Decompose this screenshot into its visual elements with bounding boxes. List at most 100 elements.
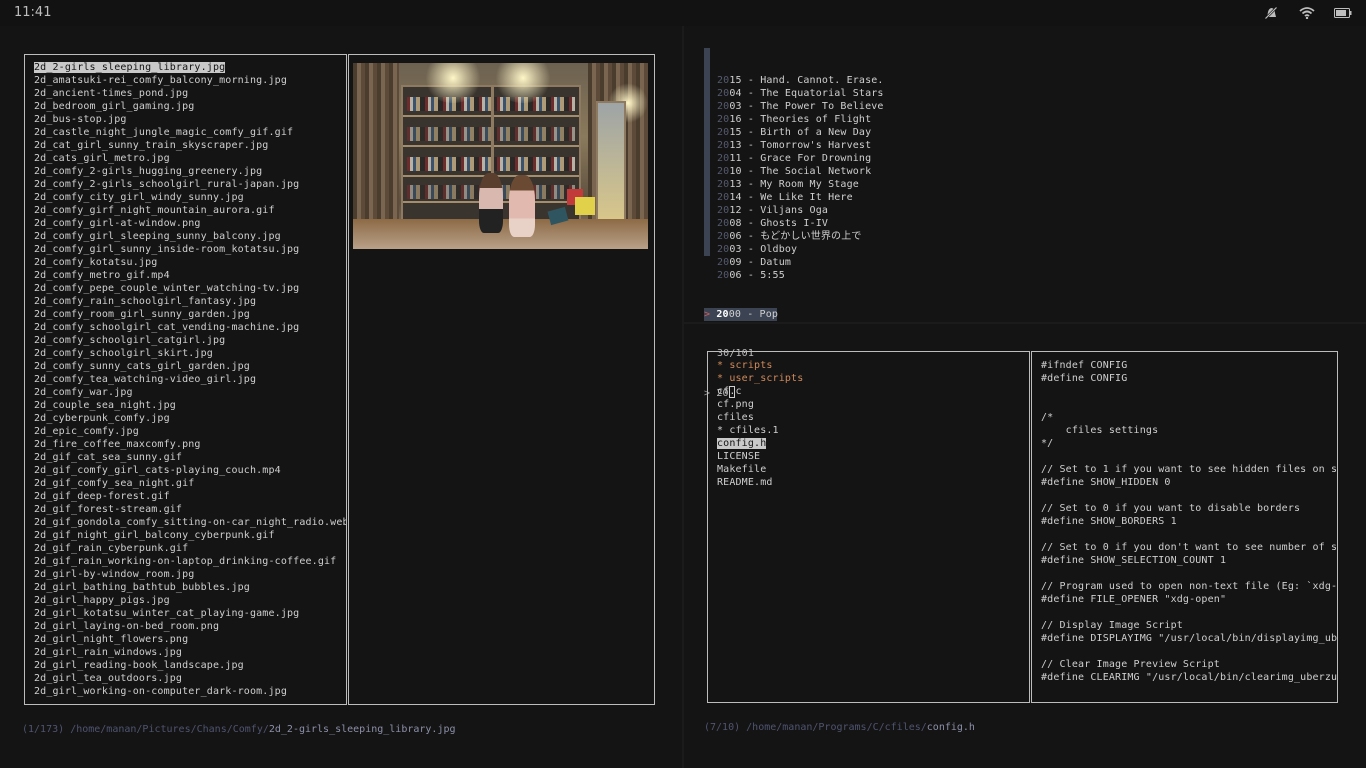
battery-icon[interactable] <box>1334 5 1352 21</box>
file-list-item[interactable]: 2d_comfy_war.jpg <box>34 386 346 399</box>
code-preview: #ifndef CONFIG #define CONFIG /* cfiles se… <box>1041 359 1338 684</box>
code-line: #define FILE_OPENER "xdg-open" <box>1041 594 1227 605</box>
file-list-item[interactable]: 2d_girl_happy_pigs.jpg <box>34 594 346 607</box>
left-terminal-window[interactable]: 2d_2-girls_sleeping_library.jpg 2d_amatsu… <box>0 26 680 768</box>
file-list-item[interactable]: 2d_girl_tea_outdoors.jpg <box>34 672 346 685</box>
fzf-terminal-window[interactable]: 2015 - Hand. Cannot. Erase. 2004 - The Eq… <box>684 26 1366 399</box>
file-list-item[interactable]: 2d_comfy_girl_sleeping_sunny_balcony.jpg <box>34 230 346 243</box>
directory-item-folder[interactable]: * user_scripts <box>717 372 803 385</box>
file-name: 2d_gif_night_girl_balcony_cyberpunk.gif <box>34 530 275 541</box>
fzf-result-item[interactable]: 2006 - もどかしい世界の上で <box>704 230 884 243</box>
notifications-off-icon[interactable] <box>1262 5 1280 21</box>
directory-item-file[interactable]: cfiles <box>717 411 803 424</box>
file-list-item[interactable]: 2d_bedroom_girl_gaming.jpg <box>34 100 346 113</box>
file-name: 2d_comfy_girl-at-window.png <box>34 218 201 229</box>
file-list-item[interactable]: 2d_comfy_schoolgirl_cat_vending-machine.… <box>34 321 346 334</box>
file-list-item[interactable]: 2d_epic_comfy.jpg <box>34 425 346 438</box>
fzf-result-item[interactable]: 2015 - Hand. Cannot. Erase. <box>704 74 884 87</box>
directory-item-file[interactable]: Makefile <box>717 463 803 476</box>
fzf-result-item[interactable]: 2015 - Birth of a New Day <box>704 126 884 139</box>
file-list-item[interactable]: 2d_comfy_schoolgirl_skirt.jpg <box>34 347 346 360</box>
file-list-item[interactable]: 2d_comfy_tea_watching-video_girl.jpg <box>34 373 346 386</box>
file-list-item[interactable]: 2d_bus-stop.jpg <box>34 113 346 126</box>
directory-item-file[interactable]: README.md <box>717 476 803 489</box>
file-list-item[interactable]: 2d_girl_reading-book_landscape.jpg <box>34 659 346 672</box>
directory-item-file[interactable]: cf.png <box>717 398 803 411</box>
file-name: 2d_girl_bathing_bathtub_bubbles.jpg <box>34 582 250 593</box>
directory-item-file[interactable]: * cfiles.1 <box>717 424 803 437</box>
code-line: #define CLEARIMG "/usr/local/bin/clearim… <box>1041 672 1338 683</box>
file-list-item[interactable]: 2d_castle_night_jungle_magic_comfy_gif.g… <box>34 126 346 139</box>
file-list-item[interactable]: 2d_girl_bathing_bathtub_bubbles.jpg <box>34 581 346 594</box>
directory-item-file[interactable]: LICENSE <box>717 450 803 463</box>
directory-list[interactable]: * scripts * user_scripts cf.c cf.png cfiles *… <box>717 359 803 489</box>
fzf-result-item[interactable]: 2013 - My Room My Stage <box>704 178 884 191</box>
fzf-result-item[interactable]: 2013 - Tomorrow's Harvest <box>704 139 884 152</box>
file-list[interactable]: 2d_2-girls_sleeping_library.jpg 2d_amatsu… <box>34 61 346 698</box>
file-list-item[interactable]: 2d_girl-by-window_room.jpg <box>34 568 346 581</box>
file-list-item[interactable]: 2d_gif_comfy_sea_night.gif <box>34 477 346 490</box>
fzf-result-item[interactable]: 2014 - We Like It Here <box>704 191 884 204</box>
fzf-result-item[interactable]: 2016 - Theories of Flight <box>704 113 884 126</box>
directory-item-file[interactable]: config.h <box>717 437 803 450</box>
file-list-item[interactable]: 2d_comfy_schoolgirl_catgirl.jpg <box>34 334 346 347</box>
file-list-item[interactable]: 2d_comfy_2-girls_schoolgirl_rural-japan.… <box>34 178 346 191</box>
file-name: 2d_bedroom_girl_gaming.jpg <box>34 101 195 112</box>
file-list-item[interactable]: 2d_2-girls_sleeping_library.jpg <box>34 61 346 74</box>
file-list-item[interactable]: 2d_comfy_metro_gif.mp4 <box>34 269 346 282</box>
fzf-result-item[interactable]: 2004 - The Equatorial Stars <box>704 87 884 100</box>
fzf-result-item[interactable]: 2003 - Oldboy <box>704 243 884 256</box>
file-list-item[interactable]: 2d_comfy_girl-at-window.png <box>34 217 346 230</box>
file-list-item[interactable]: 2d_comfy_girl_sunny_inside-room_kotatsu.… <box>34 243 346 256</box>
file-list-item[interactable]: 2d_girl_rain_windows.jpg <box>34 646 346 659</box>
file-list-item[interactable]: 2d_girl_laying-on-bed_room.png <box>34 620 346 633</box>
file-list-item[interactable]: 2d_comfy_kotatsu.jpg <box>34 256 346 269</box>
directory-item-folder[interactable]: * scripts <box>717 359 803 372</box>
file-list-item[interactable]: 2d_cyberpunk_comfy.jpg <box>34 412 346 425</box>
fzf-result-item[interactable]: 2011 - Grace For Drowning <box>704 152 884 165</box>
file-list-item[interactable]: 2d_gif_rain_cyberpunk.gif <box>34 542 346 555</box>
file-name: 2d_comfy_metro_gif.mp4 <box>34 270 170 281</box>
file-list-item[interactable]: 2d_comfy_room_girl_sunny_garden.jpg <box>34 308 346 321</box>
file-list-item[interactable]: 2d_fire_coffee_maxcomfy.png <box>34 438 346 451</box>
file-list-pane[interactable]: 2d_2-girls_sleeping_library.jpg 2d_amatsu… <box>24 54 347 705</box>
status-bar-left: (1/173) /home/manan/Pictures/Chans/Comfy… <box>22 724 456 735</box>
file-list-item[interactable]: 2d_amatsuki-rei_comfy_balcony_morning.jp… <box>34 74 346 87</box>
file-name: 2d_comfy_city_girl_windy_sunny.jpg <box>34 192 244 203</box>
file-list-item[interactable]: 2d_ancient-times_pond.jpg <box>34 87 346 100</box>
file-list-item[interactable]: 2d_cat_girl_sunny_train_skyscraper.jpg <box>34 139 346 152</box>
fzf-result-item[interactable]: 2003 - The Power To Believe <box>704 100 884 113</box>
fzf-result-item[interactable]: 2008 - Ghosts I-IV <box>704 217 884 230</box>
file-list-item[interactable]: 2d_comfy_girf_night_mountain_aurora.gif <box>34 204 346 217</box>
file-list-item[interactable]: 2d_comfy_sunny_cats_girl_garden.jpg <box>34 360 346 373</box>
fzf-result-item[interactable]: 2006 - 5:55 <box>704 269 884 282</box>
wifi-icon[interactable] <box>1298 5 1316 21</box>
file-list-item[interactable]: 2d_gif_night_girl_balcony_cyberpunk.gif <box>34 529 346 542</box>
file-list-item[interactable]: 2d_comfy_rain_schoolgirl_fantasy.jpg <box>34 295 346 308</box>
file-list-item[interactable]: 2d_comfy_city_girl_windy_sunny.jpg <box>34 191 346 204</box>
file-list-item[interactable]: 2d_girl_kotatsu_winter_cat_playing-game.… <box>34 607 346 620</box>
fzf-current-item[interactable]: > 2000 - Pop <box>704 308 778 321</box>
directory-pane[interactable]: * scripts * user_scripts cf.c cf.png cfiles *… <box>707 351 1030 703</box>
current-directory: /home/manan/Pictures/Chans/Comfy/ <box>70 724 269 735</box>
file-list-item[interactable]: 2d_comfy_2-girls_hugging_greenery.jpg <box>34 165 346 178</box>
file-list-item[interactable]: 2d_comfy_pepe_couple_winter_watching-tv.… <box>34 282 346 295</box>
file-list-item[interactable]: 2d_cats_girl_metro.jpg <box>34 152 346 165</box>
directory-item-file[interactable]: cf.c <box>717 385 803 398</box>
file-list-item[interactable]: 2d_gif_forest-stream.gif <box>34 503 346 516</box>
file-list-item[interactable]: 2d_girl_working-on-computer_dark-room.jp… <box>34 685 346 698</box>
cfiles-terminal-window[interactable]: * scripts * user_scripts cf.c cf.png cfiles *… <box>684 324 1366 768</box>
file-list-item[interactable]: 2d_gif_deep-forest.gif <box>34 490 346 503</box>
fzf-result-item[interactable]: 2012 - Viljans Oga <box>704 204 884 217</box>
file-list-item[interactable]: 2d_gif_comfy_girl_cats-playing_couch.mp4 <box>34 464 346 477</box>
file-list-item[interactable]: 2d_girl_night_flowers.png <box>34 633 346 646</box>
file-list-item[interactable]: 2d_gif_cat_sea_sunny.gif <box>34 451 346 464</box>
fzf-result-item[interactable]: 2009 - Datum <box>704 256 884 269</box>
file-list-item[interactable]: 2d_gif_gondola_comfy_sitting-on-car_nigh… <box>34 516 346 529</box>
file-list-item[interactable]: 2d_gif_rain_working-on-laptop_drinking-c… <box>34 555 346 568</box>
file-list-item[interactable]: 2d_couple_sea_night.jpg <box>34 399 346 412</box>
entry-name: * user_scripts <box>717 373 804 384</box>
code-line: // Program used to open non-text file (E… <box>1041 581 1338 592</box>
fzf-result-item[interactable]: 2010 - The Social Network <box>704 165 884 178</box>
